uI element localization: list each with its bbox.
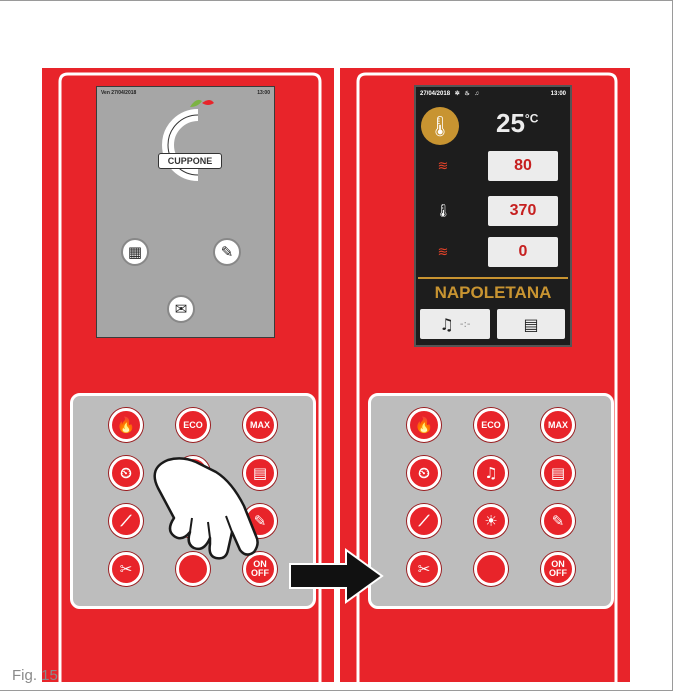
temperature-value: 25	[496, 108, 525, 138]
cuppone-logo	[162, 99, 214, 181]
max-key-label: MAX	[548, 419, 568, 430]
max-key-label: MAX	[250, 419, 270, 430]
tools-icon: ✂	[119, 560, 133, 578]
temperature-unit: °C	[524, 111, 539, 126]
blank-key[interactable]	[474, 552, 508, 586]
flame-icon: 🔥	[414, 416, 434, 434]
flame-key[interactable]: 🔥	[407, 408, 441, 442]
top-heater-icon: ≋	[437, 158, 449, 174]
document-icon: ▤	[550, 464, 566, 482]
calendar-clock-icon[interactable]: ▦	[121, 238, 149, 266]
fan-icon: ✲	[454, 91, 460, 97]
clock-icon: ⏲	[120, 464, 132, 482]
program-name: NAPOLETANA	[434, 283, 552, 302]
light-key[interactable]: ☀	[474, 504, 508, 538]
bell-icon: ♫	[474, 91, 479, 97]
steam-icon: ⟋	[418, 512, 430, 530]
transition-arrow-icon	[289, 548, 384, 604]
eco-key[interactable]: ECO	[474, 408, 508, 442]
light-icon: ☀	[484, 512, 498, 530]
thermometer-icon: 🌡	[434, 203, 452, 219]
recipe-icon: ✎	[551, 512, 565, 530]
recipe-key[interactable]: ✎	[541, 504, 575, 538]
steam-key[interactable]: ⟋	[407, 504, 441, 538]
eco-key-label: ECO	[183, 419, 203, 430]
on-off-key-label: ON OFF	[549, 559, 567, 578]
clock-icon: ⏲	[418, 464, 430, 482]
steam-icon: ⟋	[120, 512, 132, 530]
temperature-setpoint-value[interactable]: 370	[488, 196, 558, 226]
tools-icon: ✂	[417, 560, 431, 578]
clock-key[interactable]: ⏲	[407, 456, 441, 490]
separator-line	[418, 277, 568, 279]
on-off-key[interactable]: ON OFF	[541, 552, 575, 586]
tools-key[interactable]: ✂	[109, 552, 143, 586]
keypad-after: 🔥 ECO MAX ⏲ ♫ ▤ ⟋ ☀ ✎ ✂ ON OFF	[368, 393, 614, 609]
time-label: 13:00	[257, 90, 270, 96]
bottom-heater-value[interactable]: 0	[488, 237, 558, 267]
logo-text: CUPPONE	[158, 153, 222, 169]
recipe-book-icon[interactable]: ✎	[213, 238, 241, 266]
time-label: 13:00	[550, 90, 566, 97]
mail-icon[interactable]: ✉	[167, 295, 195, 323]
clock-key[interactable]: ⏲	[109, 456, 143, 490]
steam-key[interactable]: ⟋	[109, 504, 143, 538]
document-icon: ▤	[523, 314, 539, 334]
bottom-heater-icon: ≋	[437, 244, 449, 260]
eco-key-label: ECO	[481, 419, 501, 430]
thermometer-icon[interactable]: 🌡	[421, 107, 459, 145]
chamber-temperature: 25°C	[496, 108, 538, 139]
date-label: 27/04/2018	[420, 91, 451, 97]
document-key[interactable]: ▤	[541, 456, 575, 490]
eco-key[interactable]: ECO	[176, 408, 210, 442]
max-key[interactable]: MAX	[243, 408, 277, 442]
hand-pointer-icon	[153, 457, 259, 560]
tools-key[interactable]: ✂	[407, 552, 441, 586]
flame-icon: 🔥	[116, 416, 136, 434]
date-label: Ven 27/04/2018	[101, 90, 137, 96]
bell-icon: ♫	[484, 464, 498, 482]
timer-label: -:-	[459, 318, 471, 330]
figure-caption: Fig. 15	[12, 667, 58, 684]
document-button[interactable]: ▤	[497, 309, 565, 339]
max-key[interactable]: MAX	[541, 408, 575, 442]
bell-key[interactable]: ♫	[474, 456, 508, 490]
bell-timer-button[interactable]: ♫ -:-	[420, 309, 490, 339]
bell-icon: ♫	[439, 314, 454, 334]
heating-icon: ♨	[464, 91, 470, 97]
flame-key[interactable]: 🔥	[109, 408, 143, 442]
status-bar: 27/04/2018 ✲ ♨ ♫ 13:00	[416, 87, 570, 100]
top-heater-value[interactable]: 80	[488, 151, 558, 181]
